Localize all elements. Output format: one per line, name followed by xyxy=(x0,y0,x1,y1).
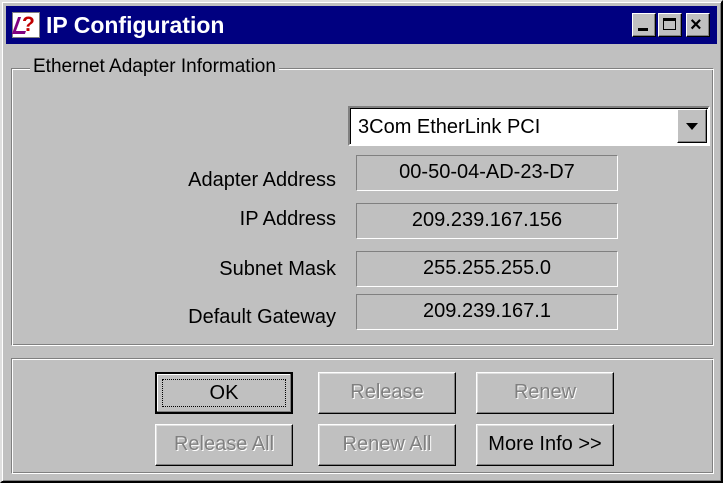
default-gateway-label: Default Gateway xyxy=(188,306,336,328)
renew-button[interactable]: Renew xyxy=(476,372,614,414)
adapter-select[interactable]: 3Com EtherLink PCI xyxy=(348,106,710,146)
ok-button[interactable]: OK xyxy=(155,372,293,414)
question-glyph: ? xyxy=(22,13,35,36)
focus-rectangle xyxy=(162,379,286,407)
window-title: IP Configuration xyxy=(46,12,225,38)
adapter-address-label: Adapter Address xyxy=(188,169,336,191)
close-button[interactable]: × xyxy=(686,13,710,37)
release-button[interactable]: Release xyxy=(318,372,456,414)
maximize-button[interactable] xyxy=(658,13,682,37)
ip-configuration-window: ? IP Configuration × Ethernet Adapter In… xyxy=(0,0,723,483)
renew-all-button-label: Renew All xyxy=(342,433,432,455)
adapter-dropdown-button[interactable] xyxy=(677,109,707,143)
renew-button-label: Renew xyxy=(513,381,577,403)
release-button-label: Release xyxy=(350,381,424,403)
close-icon: × xyxy=(690,14,702,36)
ip-config-icon[interactable]: ? xyxy=(11,12,40,38)
default-gateway-value: 209.239.167.1 xyxy=(356,294,618,330)
more-info-button-label: More Info >> xyxy=(488,433,602,455)
adapter-info-legend: Ethernet Adapter Information xyxy=(30,55,279,79)
chevron-down-icon xyxy=(686,123,698,130)
renew-all-button[interactable]: Renew All xyxy=(318,424,456,466)
minimize-button[interactable] xyxy=(632,13,656,37)
more-info-button[interactable]: More Info >> xyxy=(476,424,614,466)
subnet-mask-value: 255.255.255.0 xyxy=(356,251,618,287)
title-bar[interactable]: ? IP Configuration × xyxy=(6,6,717,44)
ip-address-value: 209.239.167.156 xyxy=(356,203,618,239)
adapter-address-value: 00-50-04-AD-23-D7 xyxy=(356,155,618,191)
minimize-icon xyxy=(638,28,648,31)
maximize-icon xyxy=(663,18,676,30)
subnet-mask-label: Subnet Mask xyxy=(219,258,336,280)
release-all-button[interactable]: Release All xyxy=(155,424,293,466)
ip-address-label: IP Address xyxy=(239,208,336,230)
release-all-button-label: Release All xyxy=(173,433,275,455)
adapter-select-value[interactable]: 3Com EtherLink PCI xyxy=(358,114,540,140)
